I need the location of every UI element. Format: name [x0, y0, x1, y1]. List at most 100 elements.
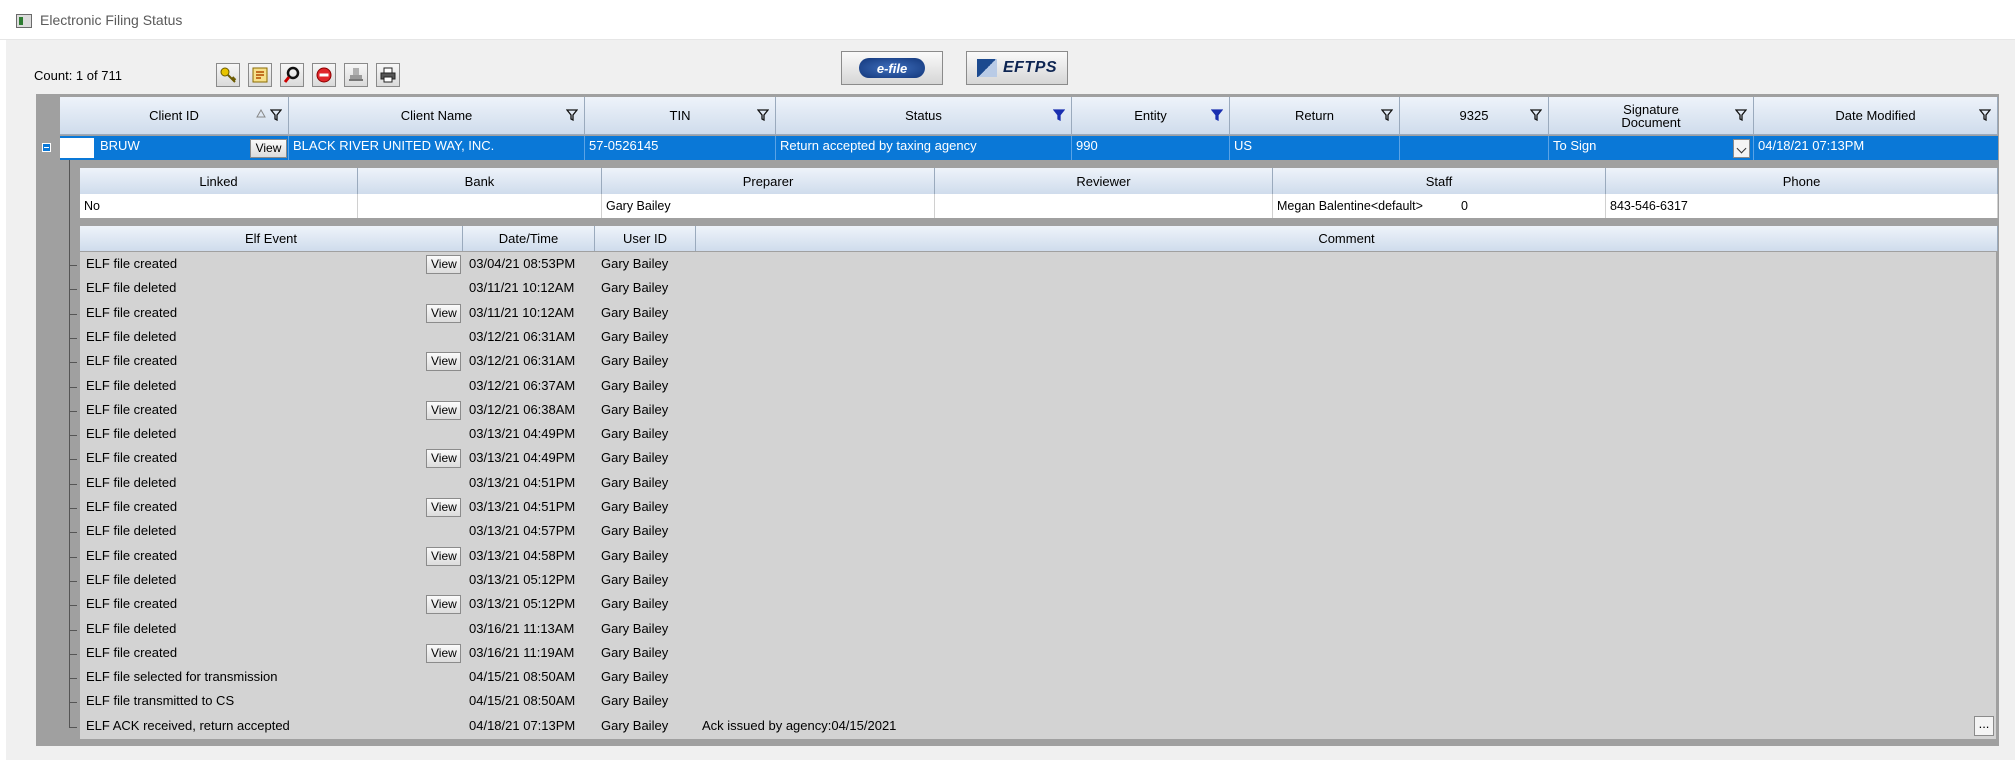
event-name: ELF file created	[86, 596, 178, 612]
eftps-button[interactable]: EFTPS	[966, 51, 1068, 85]
event-view-button[interactable]: View	[426, 546, 461, 566]
col-header-bank[interactable]: Bank	[358, 168, 602, 194]
col-header-preparer[interactable]: Preparer	[602, 168, 935, 194]
col-header-client-id[interactable]: Client ID	[60, 97, 289, 135]
event-comment	[696, 350, 1896, 374]
filter-icon[interactable]	[566, 109, 578, 121]
event-row[interactable]: ELF file created View 03/13/21 05:12PM Gary…	[69, 593, 1996, 617]
col-header-tin[interactable]: TIN	[585, 97, 776, 135]
event-row[interactable]: ELF file created View 03/12/21 06:38AM Gary…	[69, 399, 1996, 423]
cell-linked[interactable]: No	[80, 194, 358, 218]
cell-preparer[interactable]: Gary Bailey	[602, 194, 935, 218]
col-header-entity[interactable]: Entity	[1072, 97, 1230, 135]
event-view-button[interactable]: View	[426, 255, 461, 274]
signature-dropdown-button[interactable]	[1733, 139, 1750, 158]
cell-staff[interactable]: Megan Balentine<default> 0	[1273, 194, 1606, 218]
col-header-user-id[interactable]: User ID	[595, 226, 696, 251]
search-button[interactable]	[280, 63, 304, 87]
event-comment	[696, 520, 1896, 544]
filter-icon[interactable]	[1735, 109, 1747, 121]
sort-ascending-icon[interactable]	[256, 109, 266, 119]
filter-active-icon[interactable]	[1211, 109, 1223, 121]
tree-connector-tick	[69, 532, 77, 534]
tree-connector-tick	[69, 508, 77, 509]
event-datetime: 03/13/21 04:57PM	[469, 523, 576, 539]
event-row[interactable]: ELF file deleted 03/13/21 04:49PM Gary Bai…	[69, 423, 1996, 447]
col-header-staff[interactable]: Staff	[1273, 168, 1606, 194]
event-user-id: Gary Bailey	[601, 474, 669, 490]
event-user-id: Gary Bailey	[601, 450, 669, 466]
event-row[interactable]: ELF file deleted 03/16/21 11:13AM Gary Bai…	[69, 618, 1996, 642]
event-view-button[interactable]: View	[426, 303, 461, 323]
collapse-toggle-icon[interactable]	[42, 143, 51, 152]
event-view-button[interactable]: View	[426, 595, 461, 615]
event-row[interactable]: ELF file deleted 03/12/21 06:31AM Gary Bai…	[69, 326, 1996, 350]
col-header-signature-document[interactable]: Signature Document	[1549, 97, 1754, 135]
event-view-button[interactable]: View	[426, 352, 461, 372]
event-view-button[interactable]: View	[426, 498, 461, 517]
event-row[interactable]: ELF file deleted 03/13/21 04:51PM Gary Bai…	[69, 472, 1996, 496]
event-view-button[interactable]: View	[426, 400, 461, 420]
cell-entity[interactable]: 990	[1072, 136, 1230, 160]
stamp-button[interactable]	[344, 63, 368, 87]
event-row[interactable]: ELF file created View 03/04/21 08:53PM Gary…	[69, 253, 1996, 277]
event-row[interactable]: ELF file created View 03/12/21 06:31AM Gary…	[69, 350, 1996, 374]
filter-icon[interactable]	[1979, 109, 1991, 121]
event-row[interactable]: ELF file created View 03/13/21 04:58PM Gary…	[69, 545, 1996, 569]
event-user-id: Gary Bailey	[601, 280, 669, 296]
event-view-button[interactable]: View	[426, 643, 461, 663]
event-row[interactable]: ELF file transmitted to CS 04/15/21 08:50…	[69, 690, 1996, 714]
key-button[interactable]	[216, 63, 240, 87]
row-selector-cell[interactable]	[60, 138, 94, 158]
filter-icon[interactable]	[1381, 109, 1393, 121]
event-row[interactable]: ELF file created View 03/13/21 04:49PM Gary…	[69, 447, 1996, 471]
col-header-phone[interactable]: Phone	[1606, 168, 1998, 194]
cell-bank[interactable]	[358, 194, 602, 218]
col-header-datetime[interactable]: Date/Time	[463, 226, 595, 251]
cell-client-name[interactable]: BLACK RIVER UNITED WAY, INC.	[289, 136, 585, 160]
col-header-status[interactable]: Status	[776, 97, 1072, 135]
col-header-linked[interactable]: Linked	[80, 168, 358, 194]
col-header-reviewer[interactable]: Reviewer	[935, 168, 1273, 194]
event-row[interactable]: ELF file selected for transmission 04/15/…	[69, 666, 1996, 690]
cell-date-modified[interactable]: 04/18/21 07:13PM	[1754, 136, 1998, 160]
event-row[interactable]: ELF file created View 03/16/21 11:19AM Gary…	[69, 642, 1996, 666]
cell-reviewer[interactable]	[935, 194, 1273, 218]
event-row[interactable]: ELF file created View 03/11/21 10:12AM Gary…	[69, 302, 1996, 326]
col-header-date-modified[interactable]: Date Modified	[1754, 97, 1998, 135]
filter-icon[interactable]	[757, 109, 769, 121]
cell-signature-document[interactable]: To Sign	[1549, 136, 1754, 160]
cell-9325[interactable]	[1400, 136, 1549, 160]
comment-more-button[interactable]: ...	[1974, 716, 1994, 736]
event-row[interactable]: ELF file deleted 03/11/21 10:12AM Gary Bai…	[69, 277, 1996, 301]
event-name: ELF file created	[86, 304, 178, 320]
col-header-elf-event[interactable]: Elf Event	[80, 226, 463, 251]
event-row[interactable]: ELF file deleted 03/13/21 04:57PM Gary Bai…	[69, 520, 1996, 544]
cell-return[interactable]: US	[1230, 136, 1400, 160]
col-header-9325[interactable]: 9325	[1400, 97, 1549, 135]
cell-tin[interactable]: 57-0526145	[585, 136, 776, 160]
col-header-comment[interactable]: Comment	[696, 226, 1998, 251]
event-row[interactable]: ELF file created View 03/13/21 04:51PM Gary…	[69, 496, 1996, 520]
event-row[interactable]: ELF ACK received, return accepted 04/18/2…	[69, 715, 1996, 739]
cell-phone[interactable]: 843-546-6317	[1606, 194, 1998, 218]
col-header-return[interactable]: Return	[1230, 97, 1400, 135]
tree-connector-tick	[69, 653, 77, 655]
event-row[interactable]: ELF file deleted 03/12/21 06:37AM Gary Bai…	[69, 375, 1996, 399]
efile-button[interactable]: e-file	[841, 51, 943, 85]
event-name: ELF file created	[86, 499, 178, 514]
report-button[interactable]	[248, 63, 272, 87]
filter-icon[interactable]	[1530, 109, 1542, 121]
filter-active-icon[interactable]	[1053, 109, 1065, 121]
event-view-button[interactable]: View	[426, 449, 461, 469]
cell-status[interactable]: Return accepted by taxing agency	[776, 136, 1072, 160]
col-header-client-name[interactable]: Client Name	[289, 97, 585, 135]
tree-connector-tick	[69, 313, 77, 315]
tree-connector-tick	[69, 483, 77, 485]
tree-connector-tick	[69, 556, 77, 558]
filter-icon[interactable]	[270, 109, 282, 121]
event-row[interactable]: ELF file deleted 03/13/21 05:12PM Gary Bai…	[69, 569, 1996, 593]
print-button[interactable]	[376, 63, 400, 87]
stop-button[interactable]	[312, 63, 336, 87]
client-view-button[interactable]: View	[250, 139, 287, 158]
